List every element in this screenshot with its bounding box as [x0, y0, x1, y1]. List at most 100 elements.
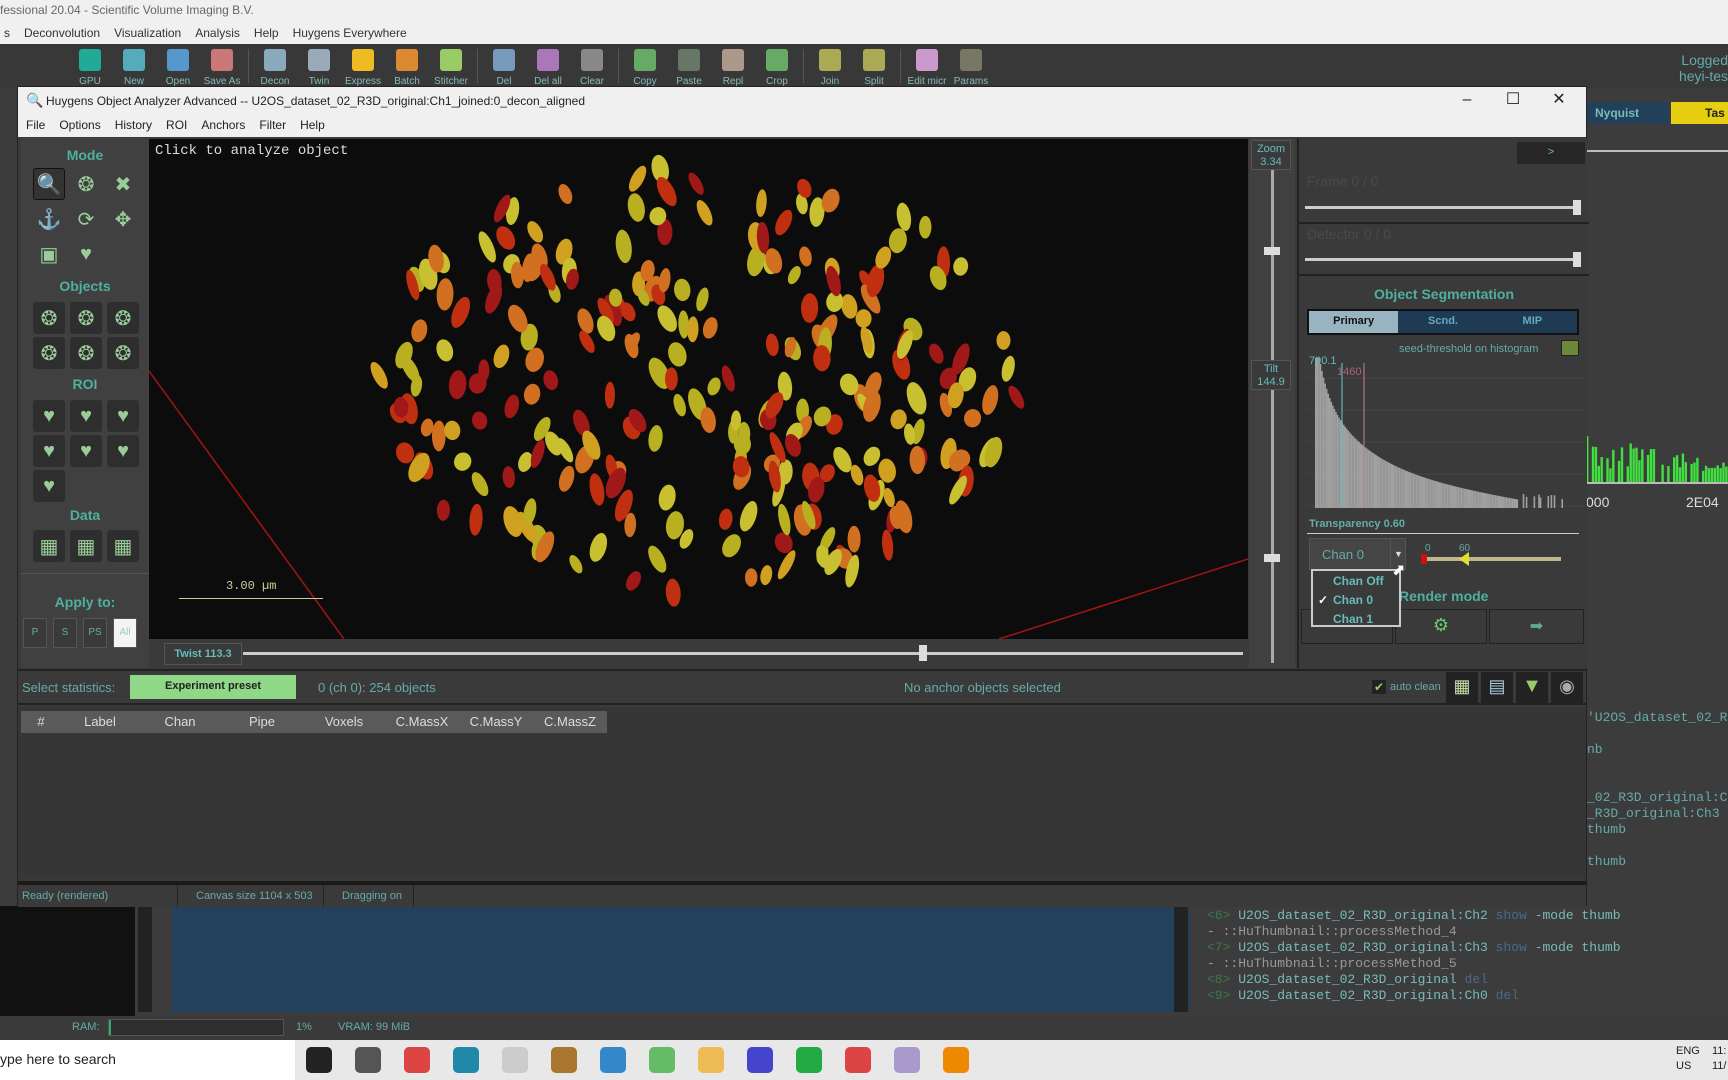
apply-p-button[interactable]: P — [23, 618, 47, 648]
twist-slider-track[interactable] — [243, 652, 1243, 655]
column-header[interactable]: C.MassZ — [533, 711, 607, 733]
menu-filter[interactable]: Filter — [259, 118, 286, 137]
tab-tasks[interactable]: Tas — [1671, 102, 1728, 124]
apply-ps-button[interactable]: PS — [83, 618, 107, 648]
taskbar-app-icon[interactable] — [943, 1047, 969, 1073]
export-icon[interactable]: ➡ — [1489, 609, 1584, 644]
column-header[interactable]: Pipe — [221, 711, 303, 733]
magnifier-icon[interactable]: 🔍 — [33, 168, 65, 200]
heart-region-icon[interactable]: ♥ — [70, 238, 102, 270]
data-undo-icon[interactable]: ▦ — [107, 530, 139, 562]
expand-button[interactable]: > — [1517, 142, 1585, 164]
column-header[interactable]: Voxels — [303, 711, 385, 733]
object-lasso-icon[interactable]: ❂ — [107, 302, 139, 334]
channel-option[interactable]: Chan 1 — [1313, 610, 1399, 629]
roi-invert-icon[interactable]: ♥ — [33, 470, 65, 502]
move-arrows-icon[interactable]: ✥ — [107, 203, 139, 235]
tab-nyquist[interactable]: Nyquist — [1587, 102, 1669, 124]
filter-icon[interactable]: ▼ — [1516, 672, 1548, 704]
anchor-select-icon[interactable]: ❂ — [70, 337, 102, 369]
table-delete-icon[interactable]: ▦ — [1446, 672, 1478, 704]
column-header[interactable]: C.MassX — [385, 711, 459, 733]
column-header[interactable]: Chan — [139, 711, 221, 733]
table-save-icon[interactable]: ▤ — [1481, 672, 1513, 704]
detector-slider[interactable] — [1305, 258, 1581, 261]
rotate-box-icon[interactable]: ⟳ — [70, 203, 102, 235]
roi-table-icon[interactable]: ♥ — [107, 435, 139, 467]
column-header[interactable]: Label — [61, 711, 139, 733]
taskbar-app-icon[interactable] — [600, 1047, 626, 1073]
toolbar-button-save-as[interactable]: Save As — [200, 44, 244, 88]
menu-roi[interactable]: ROI — [166, 118, 187, 137]
tilt-slider-handle[interactable] — [1264, 554, 1280, 562]
toolbar-button-split[interactable]: Split — [852, 44, 896, 88]
range-slider[interactable] — [1424, 557, 1561, 561]
app-menu-item[interactable]: Analysis — [195, 26, 240, 44]
3d-render-canvas[interactable]: Click to analyze object 3.00 µm — [149, 139, 1248, 639]
apply-all-button[interactable]: All — [113, 618, 137, 648]
taskbar-app-icon[interactable] — [453, 1047, 479, 1073]
taskbar-app-icon[interactable] — [845, 1047, 871, 1073]
scrollbar[interactable] — [1174, 906, 1188, 1012]
column-header[interactable]: # — [21, 711, 61, 733]
taskbar-app-icon[interactable] — [306, 1047, 332, 1073]
seg-tab-mip[interactable]: MIP — [1488, 311, 1577, 333]
object-lasso-select-icon[interactable]: ❂ — [70, 302, 102, 334]
app-menu-item[interactable]: Visualization — [114, 26, 181, 44]
gear-icon[interactable]: ⚙ — [1395, 609, 1487, 644]
intensity-histogram[interactable] — [1307, 358, 1582, 515]
apply-s-button[interactable]: S — [53, 618, 77, 648]
object-lasso-remove-icon[interactable]: ❂ — [33, 302, 65, 334]
object-settings-icon[interactable]: ◉ — [1551, 672, 1583, 704]
taskbar-app-icon[interactable] — [649, 1047, 675, 1073]
taskbar-app-icon[interactable] — [894, 1047, 920, 1073]
clock[interactable]: 11: 11/ — [1712, 1044, 1726, 1074]
taskbar-app-icon[interactable] — [502, 1047, 528, 1073]
menu-options[interactable]: Options — [59, 118, 100, 137]
seg-tab-scnd[interactable]: Scnd. — [1398, 311, 1487, 333]
channel-option[interactable]: ✓ Chan 0 — [1313, 591, 1399, 610]
range-min-handle[interactable] — [1421, 554, 1427, 564]
range-value-handle[interactable] — [1459, 552, 1469, 566]
add-region-icon[interactable]: ▣ — [33, 238, 65, 270]
taskbar-app-icon[interactable] — [551, 1047, 577, 1073]
zoom-slider-handle[interactable] — [1264, 247, 1280, 255]
close-x-icon[interactable]: ✖ — [107, 168, 139, 200]
lasso-icon[interactable]: ❂ — [70, 168, 102, 200]
menu-history[interactable]: History — [115, 118, 152, 137]
toolbar-button-params[interactable]: Params — [949, 44, 993, 88]
minimize-button[interactable]: – — [1444, 87, 1490, 115]
roi-heart-icon[interactable]: ♥ — [33, 400, 65, 432]
anchor-icon[interactable]: ⚓ — [33, 203, 65, 235]
seg-tab-primary[interactable]: Primary — [1309, 311, 1399, 333]
toolbar-button-stitcher[interactable]: Stitcher — [429, 44, 473, 88]
roi-heart-cut-icon[interactable]: ♥ — [107, 400, 139, 432]
language-indicator[interactable]: ENG US — [1676, 1044, 1700, 1074]
toolbar-button-crop[interactable]: Crop — [755, 44, 799, 88]
menu-file[interactable]: File — [26, 118, 45, 137]
auto-clean-checkbox[interactable]: ✔ — [1372, 680, 1386, 694]
taskbar-app-icon[interactable] — [404, 1047, 430, 1073]
window-title-bar[interactable]: 🔍 Huygens Object Analyzer Advanced -- U2… — [18, 87, 1586, 115]
column-header[interactable]: C.MassY — [459, 711, 533, 733]
seed-threshold-toggle[interactable] — [1561, 340, 1579, 356]
transparency-slider[interactable] — [1307, 533, 1579, 534]
app-menu-item[interactable]: Deconvolution — [24, 26, 100, 44]
roi-fill-icon[interactable]: ♥ — [70, 435, 102, 467]
taskbar-app-icon[interactable] — [747, 1047, 773, 1073]
frame-slider[interactable] — [1305, 206, 1581, 209]
menu-help[interactable]: Help — [300, 118, 325, 137]
roi-heart-outline-icon[interactable]: ♥ — [70, 400, 102, 432]
anchor-remove-icon[interactable]: ❂ — [33, 337, 65, 369]
channel-option[interactable]: Chan Off — [1313, 572, 1399, 591]
detector-slider-handle[interactable] — [1573, 252, 1581, 267]
taskbar-app-icon[interactable] — [796, 1047, 822, 1073]
taskbar-search-box[interactable]: ype here to search — [0, 1040, 295, 1080]
app-menu-item[interactable]: Huygens Everywhere — [293, 26, 407, 44]
taskbar-app-icon[interactable] — [698, 1047, 724, 1073]
app-menu-item[interactable]: Help — [254, 26, 279, 44]
roi-remove-icon[interactable]: ♥ — [33, 435, 65, 467]
close-button[interactable]: ✕ — [1536, 87, 1582, 115]
maximize-button[interactable]: ☐ — [1490, 87, 1536, 115]
taskbar-app-icon[interactable] — [355, 1047, 381, 1073]
